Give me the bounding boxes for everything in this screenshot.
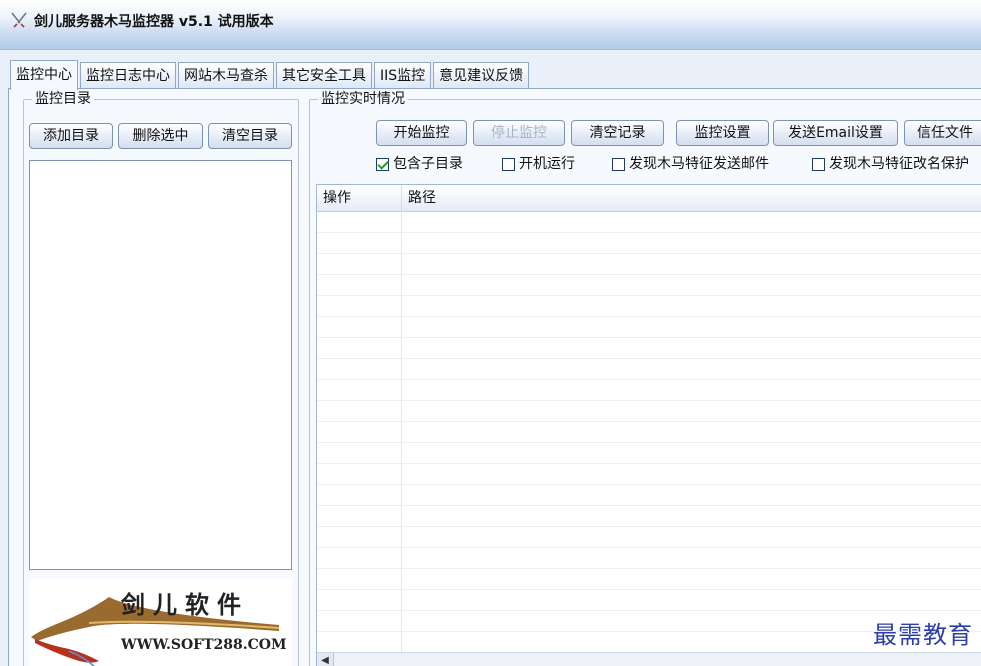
tab-feedback[interactable]: 意见建议反馈 — [433, 62, 530, 90]
tab-monitor-center[interactable]: 监控中心 — [10, 60, 78, 90]
directory-group: 监控目录 添加目录 删除选中 清空目录 剑儿软件 WWW.SOFT288.COM — [23, 90, 299, 666]
start-monitor-button[interactable]: 开始监控 — [376, 120, 467, 146]
directory-group-legend: 监控目录 — [32, 90, 94, 108]
column-header-action[interactable]: 操作 — [317, 185, 402, 212]
monitor-settings-button[interactable]: 监控设置 — [676, 120, 769, 146]
column-header-path[interactable]: 路径 — [402, 185, 981, 212]
monitor-center-panel: 监控目录 添加目录 删除选中 清空目录 剑儿软件 WWW.SOFT288.COM… — [8, 88, 981, 666]
main-frame: 监控中心 监控日志中心 网站木马查杀 其它安全工具 IIS监控 意见建议反馈 监… — [0, 50, 981, 666]
clear-directories-button[interactable]: 清空目录 — [208, 123, 292, 149]
realtime-group: 监控实时情况 开始监控 停止监控 清空记录 监控设置 发送Email设置 信任文… — [309, 90, 981, 666]
email-settings-button[interactable]: 发送Email设置 — [773, 120, 898, 146]
send-email-checkbox[interactable]: 发现木马特征发送邮件 — [612, 156, 769, 172]
title-bar: 剑儿服务器木马监控器 v5.1 试用版本 — [0, 0, 981, 50]
run-at-startup-label: 开机运行 — [519, 156, 575, 172]
brand-logo: 剑儿软件 WWW.SOFT288.COM — [29, 579, 292, 666]
horizontal-scrollbar[interactable]: ◀ — [317, 652, 981, 666]
rename-protect-label: 发现木马特征改名保护 — [829, 156, 969, 172]
delete-selected-button[interactable]: 删除选中 — [118, 123, 203, 149]
trusted-files-button[interactable]: 信任文件 — [904, 120, 981, 146]
tab-strip: 监控中心 监控日志中心 网站木马查杀 其它安全工具 IIS监控 意见建议反馈 — [10, 60, 531, 90]
tab-webshell-scan[interactable]: 网站木马查杀 — [178, 62, 274, 90]
watermark-text: 最需教育 — [873, 621, 973, 649]
clear-records-button[interactable]: 清空记录 — [571, 120, 664, 146]
run-at-startup-box[interactable] — [502, 157, 515, 171]
include-subdirs-checkbox[interactable]: 包含子目录 — [376, 156, 463, 172]
logo-url: WWW.SOFT288.COM — [121, 637, 287, 653]
tab-log-center[interactable]: 监控日志中心 — [80, 62, 176, 90]
send-email-box[interactable] — [612, 157, 625, 171]
scroll-left-icon[interactable]: ◀ — [317, 653, 334, 666]
include-subdirs-checkmark[interactable] — [376, 157, 389, 171]
stop-monitor-button[interactable]: 停止监控 — [473, 120, 565, 146]
tab-security-tools[interactable]: 其它安全工具 — [276, 62, 372, 90]
realtime-table[interactable]: 操作 路径 ◀ — [316, 184, 981, 666]
column-divider — [401, 212, 402, 652]
send-email-label: 发现木马特征发送邮件 — [629, 156, 769, 172]
logo-title: 剑儿软件 — [121, 590, 249, 619]
crossed-swords-icon — [11, 12, 27, 28]
directory-list[interactable] — [29, 160, 292, 570]
table-body — [317, 212, 981, 652]
include-subdirs-label: 包含子目录 — [393, 156, 463, 172]
tab-iis-monitor[interactable]: IIS监控 — [374, 62, 432, 90]
window-title: 剑儿服务器木马监控器 v5.1 试用版本 — [34, 14, 274, 30]
realtime-group-legend: 监控实时情况 — [318, 90, 408, 108]
table-header: 操作 路径 — [317, 185, 981, 212]
add-directory-button[interactable]: 添加目录 — [29, 123, 113, 149]
rename-protect-checkbox[interactable]: 发现木马特征改名保护 — [812, 156, 969, 172]
rename-protect-box[interactable] — [812, 157, 825, 171]
run-at-startup-checkbox[interactable]: 开机运行 — [502, 156, 575, 172]
